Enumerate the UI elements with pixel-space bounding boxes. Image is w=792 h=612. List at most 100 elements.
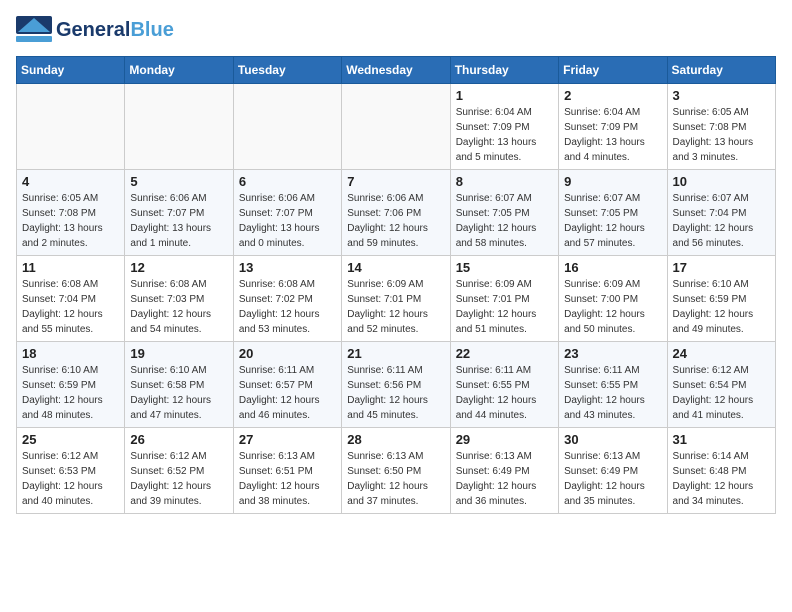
calendar-cell: 24 Sunrise: 6:12 AM Sunset: 6:54 PM Dayli… xyxy=(667,342,775,428)
day-info: Sunrise: 6:14 AM Sunset: 6:48 PM Dayligh… xyxy=(673,449,770,509)
calendar-cell xyxy=(342,84,450,170)
day-info: Sunrise: 6:11 AM Sunset: 6:55 PM Dayligh… xyxy=(456,363,553,423)
day-number: 9 xyxy=(564,174,661,189)
calendar-cell: 25Sunrise: 6:12 AM Sunset: 6:53 PM Dayli… xyxy=(17,428,125,514)
calendar-cell: 1Sunrise: 6:04 AM Sunset: 7:09 PM Daylig… xyxy=(450,84,558,170)
calendar-cell xyxy=(125,84,233,170)
day-info: Sunrise: 6:07 AM Sunset: 7:04 PM Dayligh… xyxy=(673,191,770,251)
day-info: Sunrise: 6:04 AM Sunset: 7:09 PM Dayligh… xyxy=(564,105,661,165)
day-number: 26 xyxy=(130,432,227,447)
day-info: Sunrise: 6:09 AM Sunset: 7:01 PM Dayligh… xyxy=(456,277,553,337)
calendar-cell: 7 Sunrise: 6:06 AM Sunset: 7:06 PM Daylig… xyxy=(342,170,450,256)
day-info: Sunrise: 6:05 AM Sunset: 7:08 PM Dayligh… xyxy=(673,105,770,165)
weekday-header: Thursday xyxy=(450,57,558,84)
weekday-header: Wednesday xyxy=(342,57,450,84)
calendar-cell: 2Sunrise: 6:04 AM Sunset: 7:09 PM Daylig… xyxy=(559,84,667,170)
calendar-cell: 26Sunrise: 6:12 AM Sunset: 6:52 PM Dayli… xyxy=(125,428,233,514)
day-info: Sunrise: 6:05 AM Sunset: 7:08 PM Dayligh… xyxy=(22,191,119,251)
calendar-cell: 12 Sunrise: 6:08 AM Sunset: 7:03 PM Dayli… xyxy=(125,256,233,342)
day-number: 23 xyxy=(564,346,661,361)
day-info: Sunrise: 6:11 AM Sunset: 6:56 PM Dayligh… xyxy=(347,363,444,423)
calendar-cell: 30 Sunrise: 6:13 AM Sunset: 6:49 PM Dayli… xyxy=(559,428,667,514)
day-info: Sunrise: 6:07 AM Sunset: 7:05 PM Dayligh… xyxy=(564,191,661,251)
weekday-header: Saturday xyxy=(667,57,775,84)
page-header: GeneralBlue xyxy=(16,16,776,44)
day-number: 13 xyxy=(239,260,336,275)
day-number: 18 xyxy=(22,346,119,361)
weekday-header: Sunday xyxy=(17,57,125,84)
day-info: Sunrise: 6:09 AM Sunset: 7:01 PM Dayligh… xyxy=(347,277,444,337)
calendar-cell: 20 Sunrise: 6:11 AM Sunset: 6:57 PM Dayli… xyxy=(233,342,341,428)
day-info: Sunrise: 6:10 AM Sunset: 6:59 PM Dayligh… xyxy=(22,363,119,423)
calendar-week-row: 18 Sunrise: 6:10 AM Sunset: 6:59 PM Dayli… xyxy=(17,342,776,428)
day-number: 27 xyxy=(239,432,336,447)
day-info: Sunrise: 6:13 AM Sunset: 6:49 PM Dayligh… xyxy=(456,449,553,509)
logo-blue: Blue xyxy=(130,19,173,41)
day-number: 11 xyxy=(22,260,119,275)
day-number: 7 xyxy=(347,174,444,189)
calendar-cell: 11Sunrise: 6:08 AM Sunset: 7:04 PM Dayli… xyxy=(17,256,125,342)
calendar-cell: 8Sunrise: 6:07 AM Sunset: 7:05 PM Daylig… xyxy=(450,170,558,256)
weekday-header: Friday xyxy=(559,57,667,84)
calendar-cell: 5 Sunrise: 6:06 AM Sunset: 7:07 PM Daylig… xyxy=(125,170,233,256)
day-info: Sunrise: 6:13 AM Sunset: 6:49 PM Dayligh… xyxy=(564,449,661,509)
calendar-cell: 18 Sunrise: 6:10 AM Sunset: 6:59 PM Dayli… xyxy=(17,342,125,428)
day-number: 6 xyxy=(239,174,336,189)
day-number: 15 xyxy=(456,260,553,275)
day-number: 1 xyxy=(456,88,553,103)
calendar-cell: 4 Sunrise: 6:05 AM Sunset: 7:08 PM Daylig… xyxy=(17,170,125,256)
calendar-cell: 19 Sunrise: 6:10 AM Sunset: 6:58 PM Dayli… xyxy=(125,342,233,428)
calendar-week-row: 25Sunrise: 6:12 AM Sunset: 6:53 PM Dayli… xyxy=(17,428,776,514)
calendar-cell: 14 Sunrise: 6:09 AM Sunset: 7:01 PM Dayli… xyxy=(342,256,450,342)
day-info: Sunrise: 6:10 AM Sunset: 6:59 PM Dayligh… xyxy=(673,277,770,337)
logo-icon xyxy=(16,16,52,44)
day-info: Sunrise: 6:08 AM Sunset: 7:03 PM Dayligh… xyxy=(130,277,227,337)
day-info: Sunrise: 6:08 AM Sunset: 7:02 PM Dayligh… xyxy=(239,277,336,337)
day-info: Sunrise: 6:09 AM Sunset: 7:00 PM Dayligh… xyxy=(564,277,661,337)
weekday-header: Tuesday xyxy=(233,57,341,84)
day-number: 21 xyxy=(347,346,444,361)
day-number: 5 xyxy=(130,174,227,189)
calendar-cell: 22 Sunrise: 6:11 AM Sunset: 6:55 PM Dayli… xyxy=(450,342,558,428)
calendar-cell: 27 Sunrise: 6:13 AM Sunset: 6:51 PM Dayli… xyxy=(233,428,341,514)
day-number: 3 xyxy=(673,88,770,103)
day-info: Sunrise: 6:11 AM Sunset: 6:57 PM Dayligh… xyxy=(239,363,336,423)
calendar-week-row: 11Sunrise: 6:08 AM Sunset: 7:04 PM Dayli… xyxy=(17,256,776,342)
day-number: 29 xyxy=(456,432,553,447)
weekday-header: Monday xyxy=(125,57,233,84)
calendar-cell: 9 Sunrise: 6:07 AM Sunset: 7:05 PM Daylig… xyxy=(559,170,667,256)
day-info: Sunrise: 6:12 AM Sunset: 6:54 PM Dayligh… xyxy=(673,363,770,423)
logo: GeneralBlue xyxy=(16,16,174,44)
day-number: 30 xyxy=(564,432,661,447)
calendar-cell: 31 Sunrise: 6:14 AM Sunset: 6:48 PM Dayli… xyxy=(667,428,775,514)
calendar-cell: 3 Sunrise: 6:05 AM Sunset: 7:08 PM Daylig… xyxy=(667,84,775,170)
calendar-table: SundayMondayTuesdayWednesdayThursdayFrid… xyxy=(16,56,776,514)
day-number: 4 xyxy=(22,174,119,189)
day-number: 31 xyxy=(673,432,770,447)
calendar-cell: 13 Sunrise: 6:08 AM Sunset: 7:02 PM Dayli… xyxy=(233,256,341,342)
calendar-cell: 6 Sunrise: 6:06 AM Sunset: 7:07 PM Daylig… xyxy=(233,170,341,256)
calendar-cell xyxy=(17,84,125,170)
day-number: 19 xyxy=(130,346,227,361)
day-number: 22 xyxy=(456,346,553,361)
calendar-cell: 28Sunrise: 6:13 AM Sunset: 6:50 PM Dayli… xyxy=(342,428,450,514)
calendar-cell: 10 Sunrise: 6:07 AM Sunset: 7:04 PM Dayli… xyxy=(667,170,775,256)
day-info: Sunrise: 6:13 AM Sunset: 6:51 PM Dayligh… xyxy=(239,449,336,509)
day-number: 14 xyxy=(347,260,444,275)
day-info: Sunrise: 6:06 AM Sunset: 7:07 PM Dayligh… xyxy=(239,191,336,251)
calendar-cell: 23Sunrise: 6:11 AM Sunset: 6:55 PM Dayli… xyxy=(559,342,667,428)
calendar-cell: 16Sunrise: 6:09 AM Sunset: 7:00 PM Dayli… xyxy=(559,256,667,342)
day-number: 17 xyxy=(673,260,770,275)
calendar-cell xyxy=(233,84,341,170)
calendar-cell: 17 Sunrise: 6:10 AM Sunset: 6:59 PM Dayli… xyxy=(667,256,775,342)
day-number: 10 xyxy=(673,174,770,189)
day-number: 20 xyxy=(239,346,336,361)
day-info: Sunrise: 6:06 AM Sunset: 7:06 PM Dayligh… xyxy=(347,191,444,251)
day-info: Sunrise: 6:06 AM Sunset: 7:07 PM Dayligh… xyxy=(130,191,227,251)
day-number: 24 xyxy=(673,346,770,361)
day-number: 12 xyxy=(130,260,227,275)
calendar-cell: 21 Sunrise: 6:11 AM Sunset: 6:56 PM Dayli… xyxy=(342,342,450,428)
day-info: Sunrise: 6:07 AM Sunset: 7:05 PM Dayligh… xyxy=(456,191,553,251)
day-number: 28 xyxy=(347,432,444,447)
day-info: Sunrise: 6:10 AM Sunset: 6:58 PM Dayligh… xyxy=(130,363,227,423)
